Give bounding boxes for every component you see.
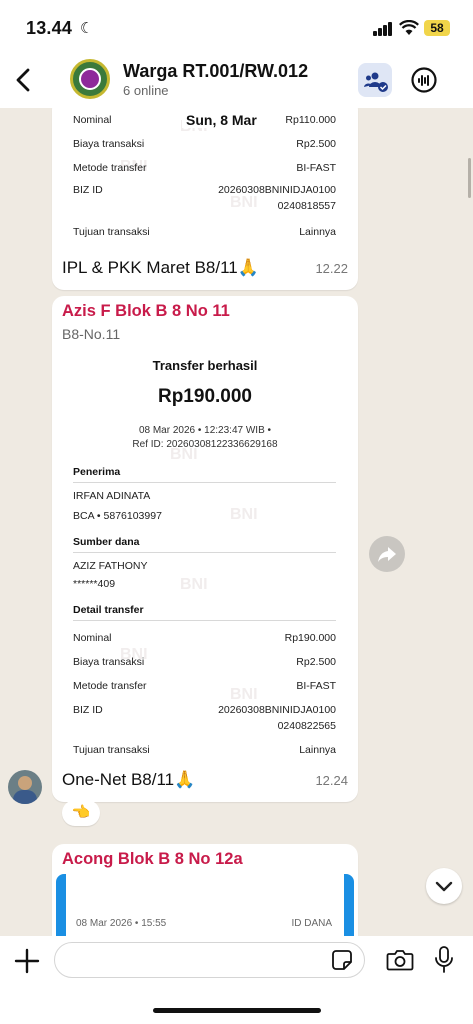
message-time: 12.22 [315,261,348,276]
receipt-value: Lainnya [299,744,336,756]
transfer-meta: 08 Mar 2026 • 12:23:47 WIB • Ref ID: 202… [60,424,350,452]
message-input[interactable] [54,942,365,978]
receipt-key: Biaya transaksi [73,656,145,668]
receipt-key: BIZ ID [73,184,103,196]
transfer-datetime: 08 Mar 2026 • 12:23:47 WIB • [138,425,272,436]
status-bar: 13.44 ☾ 58 [0,0,473,56]
receipt-value: Lainnya [299,226,336,238]
message-bubble[interactable]: BNI BNI BNI Nominal Rp110.000 Biaya tran… [52,108,358,290]
receipt-value: 0240822565 [277,720,336,732]
online-count: 6 online [123,83,169,98]
chevron-down-icon [435,881,453,892]
receipt-value: Rp190.000 [284,632,336,644]
receipt-key: Nominal [73,632,112,644]
status-time: 13.44 [26,18,73,38]
sticker-icon[interactable] [331,949,353,971]
receipt-key: Tujuan transaksi [73,744,150,756]
dana-datetime: 08 Mar 2026 • 15:55 [76,918,167,929]
receipt-value: Rp2.500 [296,656,336,668]
cellular-signal-icon [373,22,393,36]
recipient-name: IRFAN ADINATA [73,490,151,502]
transfer-ref: Ref ID: 20260308122336629168 [132,439,278,450]
receipt-row: Metode transfer BI-FAST [73,680,336,694]
receipt-row: Biaya transaksi Rp2.500 [73,138,336,152]
divider [73,552,336,553]
transfer-amount: Rp190.000 [157,386,252,407]
receipt-key: Metode transfer [73,162,147,174]
sender-avatar[interactable] [8,770,42,804]
watermark: BNI [230,506,258,523]
message-caption: IPL & PKK Maret B8/11🙏 [62,258,259,277]
receipt-key: BIZ ID [73,704,103,716]
home-indicator [153,1008,321,1013]
receipt-row: Tujuan transaksi Lainnya [73,226,336,240]
receipt-key: Nominal [73,114,112,126]
receipt-value: 20260308BNINIDJA0100 [218,704,336,716]
watermark: BNI [180,576,208,593]
section-title: Sumber dana [73,536,140,548]
battery-indicator: 58 [424,20,450,36]
dana-receipt-image[interactable]: 08 Mar 2026 • 15:55 ID DANA [56,874,354,936]
moon-icon: ☾ [80,20,94,37]
transfer-status: Transfer berhasil [152,358,258,373]
receipt-value: BI-FAST [296,162,336,174]
message-reaction[interactable]: 👈 [62,800,100,826]
wifi-icon [399,20,419,35]
message-bubble[interactable]: Acong Blok B 8 No 12a 08 Mar 2026 • 15:5… [52,844,358,936]
plus-icon[interactable] [14,948,40,974]
source-account: ******409 [73,578,116,590]
forward-button[interactable] [369,536,405,572]
message-bubble[interactable]: Azis F Blok B 8 No 11 B8-No.11 BNI BNI B… [52,296,358,802]
section-title: Detail transfer [73,604,144,616]
sender-name[interactable]: Acong Blok B 8 No 12a [62,850,243,869]
receipt-image[interactable]: BNI BNI BNI BNI BNI Transfer berhasil Rp… [60,346,350,764]
divider [73,482,336,483]
scroll-down-button[interactable] [426,868,462,904]
forward-icon [378,547,396,562]
recipient-account: BCA • 5876103997 [73,510,162,522]
receipt-row: Tujuan transaksi Lainnya [73,744,336,758]
message-caption: One-Net B8/11🙏 [62,770,196,789]
group-avatar[interactable] [70,59,110,99]
receipt-value: Rp110.000 [285,114,336,126]
camera-icon[interactable] [386,948,414,972]
receipt-row: Metode transfer BI-FAST [73,162,336,176]
back-arrow-icon[interactable] [12,64,36,96]
receipt-key: Tujuan transaksi [73,226,150,238]
sender-name[interactable]: Azis F Blok B 8 No 11 [62,302,230,321]
call-icon[interactable] [410,66,438,94]
community-icon [364,72,388,92]
divider [73,620,336,621]
receipt-key: Biaya transaksi [73,138,145,150]
receipt-value: 0240818557 [277,200,336,212]
receipt-row: Nominal Rp190.000 [73,632,336,646]
date-separator: Sun, 8 Mar [182,112,261,128]
chat-area[interactable]: BNI BNI BNI Nominal Rp110.000 Biaya tran… [0,108,473,936]
sender-subtitle: B8-No.11 [62,326,121,342]
chat-header: Warga RT.001/RW.012 6 online [0,56,473,108]
mic-icon[interactable] [434,945,454,975]
section-title: Penerima [73,466,121,478]
message-time: 12.24 [315,773,348,788]
community-button[interactable] [358,63,392,97]
dana-id-label: ID DANA [291,918,332,929]
receipt-value: BI-FAST [296,680,336,692]
scrollbar[interactable] [468,158,471,198]
group-title[interactable]: Warga RT.001/RW.012 [123,61,308,82]
receipt-image[interactable]: BNI BNI BNI Nominal Rp110.000 Biaya tran… [60,108,350,248]
receipt-key: Metode transfer [73,680,147,692]
receipt-row: BIZ ID 20260308BNINIDJA0100 0240818557 [73,184,336,214]
receipt-row: BIZ ID 20260308BNINIDJA0100 0240822565 [73,704,336,734]
receipt-row: Biaya transaksi Rp2.500 [73,656,336,670]
composer-bar [0,936,473,1024]
receipt-value: Rp2.500 [296,138,336,150]
receipt-value: 20260308BNINIDJA0100 [218,184,336,196]
source-name: AZIZ FATHONY [73,560,148,572]
